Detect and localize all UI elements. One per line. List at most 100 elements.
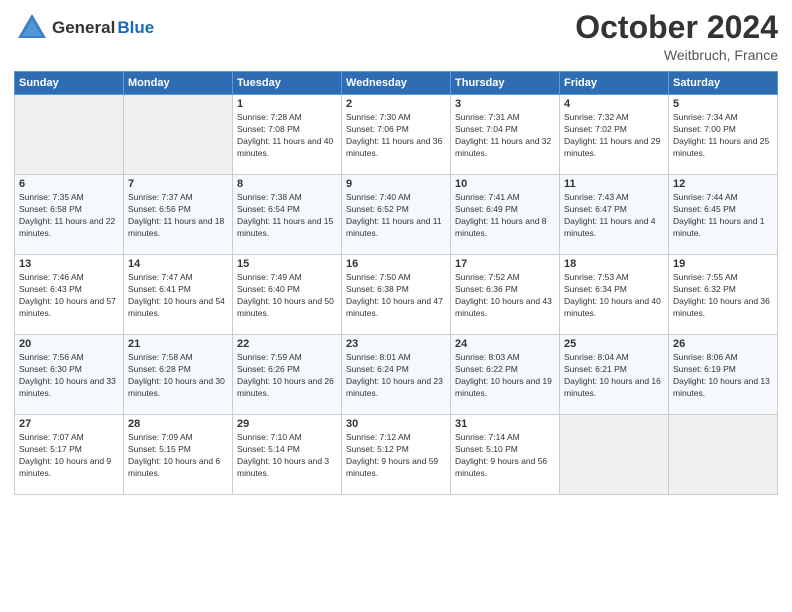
daylight-text: Daylight: 9 hours and 59 minutes. [346, 456, 438, 478]
table-row: 29Sunrise: 7:10 AMSunset: 5:14 PMDayligh… [233, 415, 342, 495]
day-info: Sunrise: 7:28 AMSunset: 7:08 PMDaylight:… [237, 112, 337, 160]
sunset-text: Sunset: 5:12 PM [346, 444, 409, 454]
title-area: October 2024 Weitbruch, France [575, 10, 778, 63]
table-row: 3 Sunrise: 7:31 AM Sunset: 7:04 PM Daylight… [451, 95, 560, 175]
day-number: 22 [237, 338, 337, 350]
day-number: 21 [128, 338, 228, 350]
daylight-text: Daylight: 11 hours and 29 minutes. [564, 136, 660, 158]
daylight-text: Daylight: 11 hours and 8 minutes. [455, 216, 547, 238]
sunset-text: Sunset: 6:47 PM [564, 204, 627, 214]
daylight-text: Daylight: 10 hours and 19 minutes. [455, 376, 552, 398]
sunrise-text: Sunrise: 7:50 AM [346, 272, 411, 282]
daylight-text: Daylight: 10 hours and 26 minutes. [237, 376, 334, 398]
day-info: Sunrise: 8:03 AMSunset: 6:22 PMDaylight:… [455, 352, 555, 400]
sunrise-text: Sunrise: 7:52 AM [455, 272, 520, 282]
day-number: 9 [346, 178, 446, 190]
sunset-text: Sunset: 7:04 PM [455, 124, 518, 134]
sunset-text: Sunset: 6:41 PM [128, 284, 191, 294]
sunset-text: Sunset: 5:15 PM [128, 444, 191, 454]
day-info: Sunrise: 7:07 AMSunset: 5:17 PMDaylight:… [19, 432, 119, 480]
day-info: Sunrise: 7:40 AMSunset: 6:52 PMDaylight:… [346, 192, 446, 240]
table-row: 15Sunrise: 7:49 AMSunset: 6:40 PMDayligh… [233, 255, 342, 335]
table-row: 21Sunrise: 7:58 AMSunset: 6:28 PMDayligh… [124, 335, 233, 415]
sunset-text: Sunset: 6:22 PM [455, 364, 518, 374]
sunrise-text: Sunrise: 7:47 AM [128, 272, 193, 282]
table-row: 7Sunrise: 7:37 AMSunset: 6:56 PMDaylight… [124, 175, 233, 255]
sunrise-text: Sunrise: 7:46 AM [19, 272, 84, 282]
daylight-text: Daylight: 10 hours and 16 minutes. [564, 376, 661, 398]
day-info: Sunrise: 7:35 AMSunset: 6:58 PMDaylight:… [19, 192, 119, 240]
day-number: 30 [346, 418, 446, 430]
day-info: Sunrise: 7:59 AM Sunset: 6:26 PM Daylight:… [237, 352, 337, 400]
sunrise-text: Sunrise: 8:04 AM [564, 352, 629, 362]
col-sunday: Sunday [15, 72, 124, 95]
sunset-text: Sunset: 6:26 PM [237, 364, 300, 374]
day-number: 29 [237, 418, 337, 430]
sunset-text: Sunset: 6:24 PM [346, 364, 409, 374]
day-number: 8 [237, 178, 337, 190]
day-info: Sunrise: 8:06 AMSunset: 6:19 PMDaylight:… [673, 352, 773, 400]
sunrise-text: Sunrise: 7:12 AM [346, 432, 411, 442]
day-info: Sunrise: 7:56 AMSunset: 6:30 PMDaylight:… [19, 352, 119, 400]
day-info: Sunrise: 7:30 AMSunset: 7:06 PMDaylight:… [346, 112, 446, 160]
sunrise-text: Sunrise: 7:59 AM [237, 352, 302, 362]
logo-icon [14, 10, 50, 46]
day-number: 15 [237, 258, 337, 270]
calendar-week-row: 27Sunrise: 7:07 AMSunset: 5:17 PMDayligh… [15, 415, 778, 495]
day-number: 11 [564, 178, 664, 190]
day-info: Sunrise: 8:04 AMSunset: 6:21 PMDaylight:… [564, 352, 664, 400]
table-row: 9 Sunrise: 7:40 AMSunset: 6:52 PMDaylight… [342, 175, 451, 255]
location-title: Weitbruch, France [575, 47, 778, 63]
sunrise-text: Sunrise: 7:43 AM [564, 192, 629, 202]
day-number: 25 [564, 338, 664, 350]
table-row: 31Sunrise: 7:14 AMSunset: 5:10 PMDayligh… [451, 415, 560, 495]
table-row [560, 415, 669, 495]
day-number: 3 [455, 98, 555, 110]
table-row: 16Sunrise: 7:50 AMSunset: 6:38 PMDayligh… [342, 255, 451, 335]
table-row: 5Sunrise: 7:34 AMSunset: 7:00 PMDaylight… [669, 95, 778, 175]
day-number: 12 [673, 178, 773, 190]
calendar-table: Sunday Monday Tuesday Wednesday Thursday… [14, 71, 778, 495]
sunrise-text: Sunrise: 7:30 AM [346, 112, 411, 122]
day-number: 26 [673, 338, 773, 350]
table-row: 23Sunrise: 8:01 AMSunset: 6:24 PMDayligh… [342, 335, 451, 415]
day-info: Sunrise: 7:55 AMSunset: 6:32 PMDaylight:… [673, 272, 773, 320]
daylight-text: Daylight: 10 hours and 33 minutes. [19, 376, 116, 398]
day-info: Sunrise: 7:46 AMSunset: 6:43 PMDaylight:… [19, 272, 119, 320]
sunrise-text: Sunrise: 7:07 AM [19, 432, 84, 442]
table-row [124, 95, 233, 175]
sunrise-text: Sunrise: 7:40 AM [346, 192, 411, 202]
calendar-week-row: 20 Sunrise: 7:56 AMSunset: 6:30 PMDayligh… [15, 335, 778, 415]
table-row: 13Sunrise: 7:46 AMSunset: 6:43 PMDayligh… [15, 255, 124, 335]
sunrise-text: Sunrise: 7:37 AM [128, 192, 193, 202]
daylight-text: Daylight: 11 hours and 15 minutes. [237, 216, 333, 238]
day-number: 1 [237, 98, 337, 110]
sunrise-text: Sunrise: 7:58 AM [128, 352, 193, 362]
sunrise-text: Sunrise: 7:31 AM [455, 112, 520, 122]
day-info: Sunrise: 7:09 AMSunset: 5:15 PMDaylight:… [128, 432, 228, 480]
sunset-text: Sunset: 6:40 PM [237, 284, 300, 294]
day-number: 18 [564, 258, 664, 270]
logo-blue-text: Blue [117, 18, 154, 38]
table-row: 18 Sunrise: 7:53 AMSunset: 6:34 PMDayligh… [560, 255, 669, 335]
calendar-week-row: 13Sunrise: 7:46 AMSunset: 6:43 PMDayligh… [15, 255, 778, 335]
daylight-text: Daylight: 11 hours and 11 minutes. [346, 216, 442, 238]
daylight-text: Daylight: 11 hours and 32 minutes. [455, 136, 551, 158]
table-row: 2Sunrise: 7:30 AMSunset: 7:06 PMDaylight… [342, 95, 451, 175]
sunrise-text: Sunrise: 7:09 AM [128, 432, 193, 442]
table-row: 25 Sunrise: 8:04 AMSunset: 6:21 PMDayligh… [560, 335, 669, 415]
table-row: 11Sunrise: 7:43 AMSunset: 6:47 PMDayligh… [560, 175, 669, 255]
sunset-text: Sunset: 6:28 PM [128, 364, 191, 374]
day-number: 20 [19, 338, 119, 350]
col-wednesday: Wednesday [342, 72, 451, 95]
col-tuesday: Tuesday [233, 72, 342, 95]
col-friday: Friday [560, 72, 669, 95]
table-row: 14Sunrise: 7:47 AMSunset: 6:41 PMDayligh… [124, 255, 233, 335]
sunset-text: Sunset: 6:30 PM [19, 364, 82, 374]
sunset-text: Sunset: 5:10 PM [455, 444, 518, 454]
day-info: Sunrise: 7:53 AMSunset: 6:34 PMDaylight:… [564, 272, 664, 320]
day-info: Sunrise: 7:34 AMSunset: 7:00 PMDaylight:… [673, 112, 773, 160]
table-row: 12Sunrise: 7:44 AMSunset: 6:45 PMDayligh… [669, 175, 778, 255]
sunrise-text: Sunrise: 7:49 AM [237, 272, 302, 282]
day-number: 23 [346, 338, 446, 350]
